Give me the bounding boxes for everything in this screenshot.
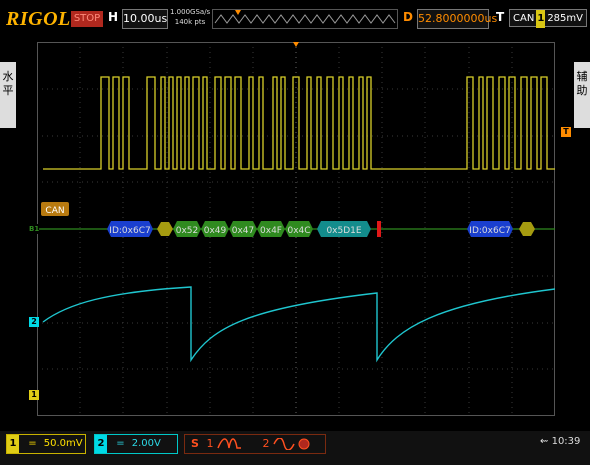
ch1-offset-marker[interactable]: 1 (29, 390, 39, 400)
trigger-label: T (496, 10, 505, 24)
memory-overview-strip (212, 9, 398, 29)
ch1-settings[interactable]: 1 = 50.0mV (6, 434, 86, 454)
delay-label: D (403, 10, 413, 24)
waveform-display[interactable]: CAN ID:0x6C7 0x52 0x49 0x47 0x4F 0x4C 0x… (37, 42, 555, 416)
acquisition-info: 1.000GSa/s 140k pts (170, 7, 210, 27)
ch1-scale: 50.0mV (43, 438, 83, 449)
protocol-label: CAN (45, 206, 64, 216)
frame-data-2-label: 0x49 (204, 226, 227, 236)
frame-data-5-label: 0x4C (287, 226, 310, 236)
clock: 10:39 (551, 436, 581, 447)
frame-error-marker (377, 221, 381, 237)
trigger-source: CAN (513, 13, 535, 24)
math-settings[interactable]: S 1 2 (184, 434, 326, 454)
math-circle-icon (298, 438, 310, 450)
ch2-offset-marker[interactable]: 2 (29, 317, 39, 327)
utility-tab-label: 辅 助 (576, 70, 588, 97)
frame-data-3-label: 0x47 (232, 226, 255, 236)
math-ch2: 2 (262, 437, 270, 450)
frame-data-4-label: 0x4F (260, 226, 282, 236)
ch1-coupling: = (28, 438, 37, 449)
trigger-level: 285mV (547, 13, 583, 24)
sine-wave-icon (273, 437, 295, 451)
frame-id-2-label: ID:0x6C7 (469, 226, 510, 236)
frame-id-1-label: ID:0x6C7 (109, 226, 150, 236)
math-ch1: 1 (206, 437, 214, 450)
decode-bus-marker[interactable]: B1 (29, 224, 39, 234)
usb-icon: ⇜ (540, 436, 549, 447)
frame-data-1-label: 0x52 (176, 226, 199, 236)
ch2-number: 2 (95, 435, 107, 453)
ch1-trigger-level-marker[interactable]: T (561, 127, 571, 137)
ch2-settings[interactable]: 2 = 2.00V (94, 434, 178, 454)
trigger-channel: 1 (536, 10, 546, 28)
delay-value[interactable]: 52.8000000us (417, 9, 497, 29)
horizontal-menu-tab[interactable]: 水 平 (0, 62, 16, 128)
ch2-coupling: = (116, 438, 125, 449)
sample-rate: 1.000GSa/s (170, 8, 211, 16)
ch1-number: 1 (7, 435, 19, 453)
math-label: S (191, 437, 199, 450)
top-status-bar: RIGOL STOP H 10.00us 1.000GSa/s 140k pts… (0, 0, 590, 38)
waveform-math-icon (217, 438, 241, 449)
frame-crc-1-label: 0x5D1E (326, 226, 361, 236)
ch2-scale: 2.00V (131, 438, 161, 449)
status-tray: ⇜ 10:39 (540, 436, 580, 447)
timebase-value[interactable]: 10.00us (122, 9, 168, 29)
utility-menu-tab[interactable]: 辅 助 (574, 62, 590, 128)
trigger-settings[interactable]: CAN 1 285mV (509, 9, 587, 28)
horizontal-label: H (108, 10, 119, 24)
brand-logo: RIGOL (6, 8, 71, 30)
horizontal-tab-label: 水 平 (2, 70, 14, 97)
memory-depth: 140k pts (174, 18, 206, 26)
run-stop-indicator[interactable]: STOP (71, 11, 103, 27)
